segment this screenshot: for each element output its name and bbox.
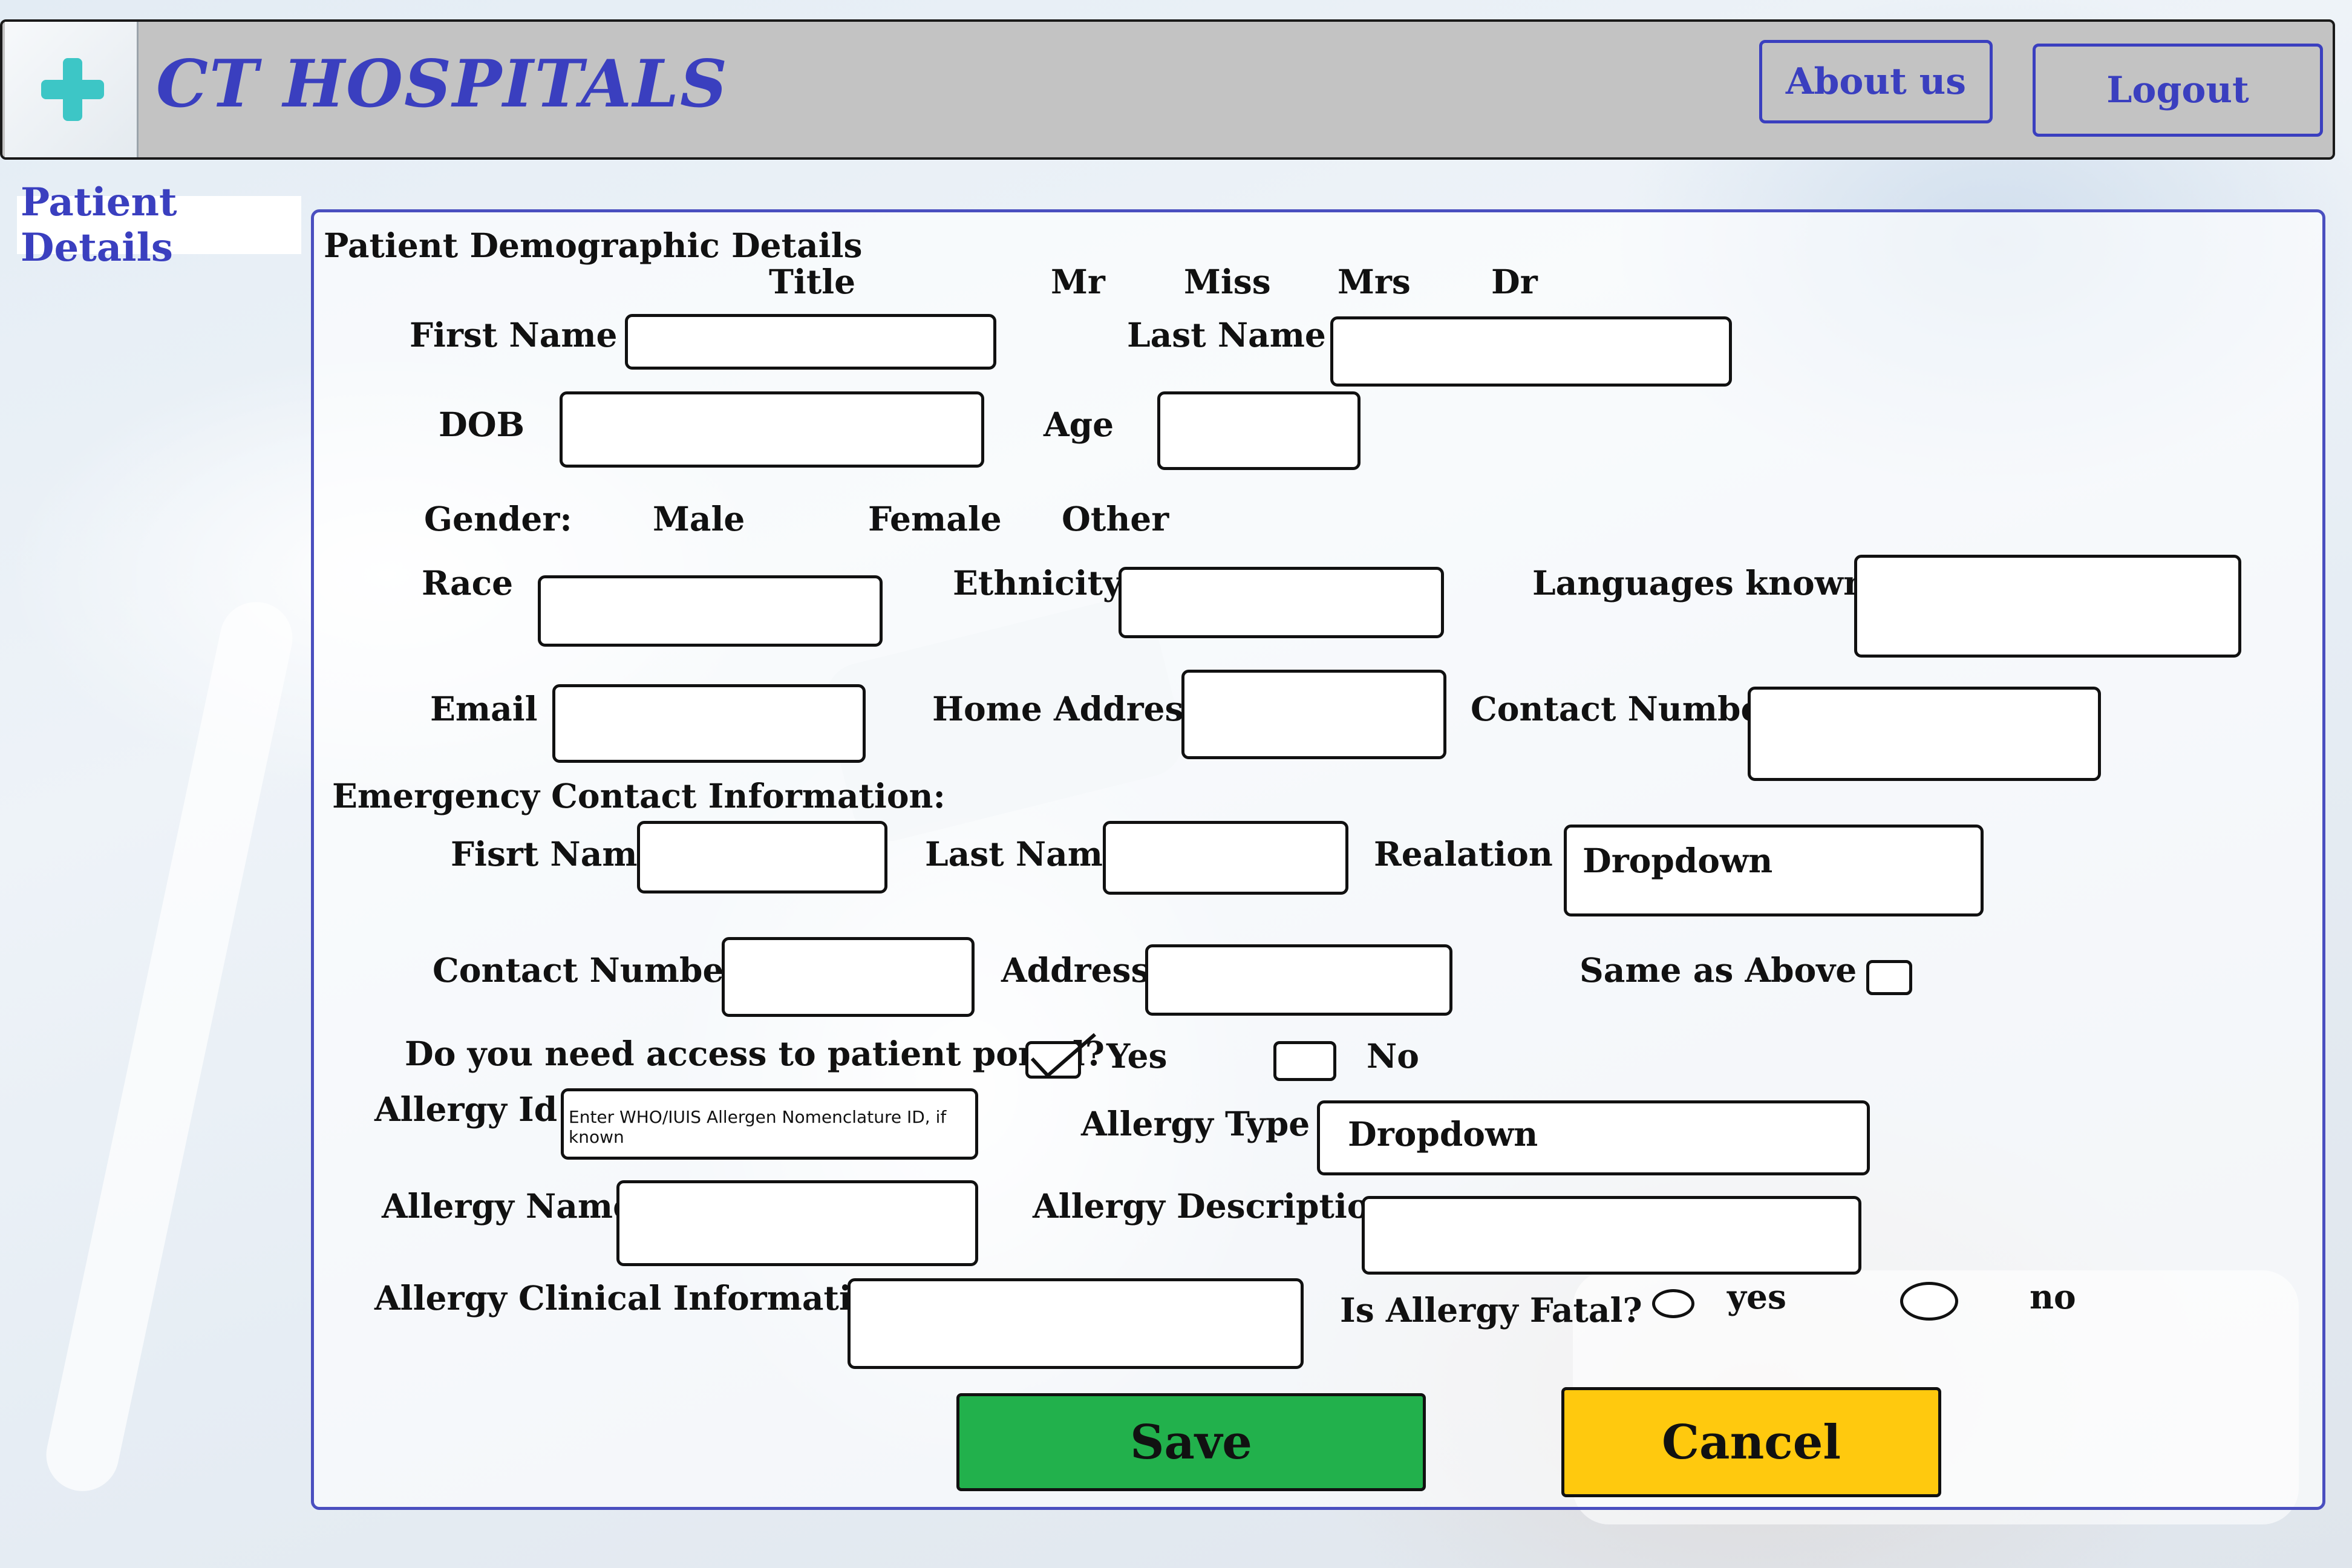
- gender-option-male[interactable]: Male: [653, 499, 745, 538]
- emergency-first-name-label: Fisrt Name: [451, 834, 659, 874]
- brand-title: CT HOSPITALS: [156, 46, 728, 122]
- cancel-button[interactable]: Cancel: [1561, 1387, 1941, 1497]
- hospital-logo: [5, 22, 139, 157]
- same-as-above-label: Same as Above: [1579, 950, 1857, 990]
- gender-option-other[interactable]: Other: [1062, 499, 1169, 538]
- first-name-label: First Name: [410, 315, 618, 354]
- title-option-mrs[interactable]: Mrs: [1338, 262, 1411, 301]
- home-address-label: Home Addresss: [932, 689, 1221, 728]
- email-input[interactable]: [552, 684, 866, 763]
- age-input[interactable]: [1157, 391, 1361, 470]
- tab-patient-details[interactable]: Patient Details: [17, 180, 301, 270]
- title-label: Title: [769, 262, 856, 301]
- relation-label: Realation: [1374, 834, 1553, 874]
- allergy-description-label: Allergy Description: [1033, 1186, 1394, 1226]
- allergy-clinical-input[interactable]: [848, 1278, 1304, 1369]
- allergy-id-input[interactable]: Enter WHO/IUIS Allergen Nomenclature ID,…: [561, 1088, 978, 1160]
- first-name-input[interactable]: [625, 314, 996, 370]
- patient-form-panel: Patient Demographic Details Title Mr Mis…: [311, 209, 2325, 1510]
- title-option-mr[interactable]: Mr: [1051, 262, 1105, 301]
- allergy-fatal-no-radio[interactable]: [1900, 1282, 1958, 1321]
- ethnicity-label: Ethnicity: [953, 563, 1122, 603]
- checkmark-icon: [1030, 1033, 1096, 1079]
- logout-button[interactable]: Logout: [2033, 44, 2323, 137]
- allergy-name-label: Allergy Name: [382, 1186, 635, 1226]
- last-name-input[interactable]: [1330, 316, 1732, 387]
- emergency-last-name-input[interactable]: [1103, 821, 1348, 895]
- allergy-fatal-yes-radio[interactable]: [1652, 1289, 1694, 1318]
- race-label: Race: [422, 563, 514, 603]
- portal-yes-checkbox[interactable]: [1025, 1033, 1096, 1079]
- title-option-miss[interactable]: Miss: [1184, 262, 1271, 301]
- portal-no-checkbox[interactable]: [1273, 1041, 1336, 1081]
- gender-label: Gender:: [424, 499, 572, 538]
- allergy-fatal-label: Is Allergy Fatal?: [1340, 1290, 1642, 1330]
- allergy-clinical-label: Allergy Clinical Information: [374, 1278, 898, 1318]
- ethnicity-input[interactable]: [1119, 567, 1444, 638]
- background-lamp-shape: [39, 595, 299, 1498]
- languages-input[interactable]: [1854, 555, 2241, 658]
- save-button[interactable]: Save: [956, 1393, 1426, 1491]
- last-name-label: Last Name: [1127, 315, 1326, 354]
- app-header: CT HOSPITALS About us Logout: [0, 19, 2335, 160]
- emergency-last-name-label: Last Name: [925, 834, 1124, 874]
- age-label: Age: [1044, 405, 1114, 444]
- allergy-name-input[interactable]: [616, 1180, 978, 1266]
- emergency-section-title: Emergency Contact Information:: [332, 776, 946, 815]
- dob-input[interactable]: [560, 391, 984, 468]
- demographics-section-title: Patient Demographic Details: [324, 226, 863, 265]
- about-us-button[interactable]: About us: [1759, 40, 1993, 123]
- emergency-first-name-input[interactable]: [637, 821, 887, 893]
- emergency-address-input[interactable]: [1145, 944, 1452, 1016]
- contact-number-input[interactable]: [1748, 687, 2101, 781]
- emergency-contact-number-input[interactable]: [722, 937, 975, 1017]
- emergency-contact-number-label: Contact Number: [433, 950, 742, 990]
- relation-dropdown[interactable]: Dropdown: [1564, 825, 1984, 916]
- languages-label: Languages known: [1532, 563, 1868, 603]
- title-option-dr[interactable]: Dr: [1491, 262, 1538, 301]
- home-address-input[interactable]: [1181, 670, 1446, 759]
- gender-option-female[interactable]: Female: [868, 499, 1002, 538]
- contact-number-label: Contact Number: [1471, 689, 1780, 728]
- allergy-id-label: Allergy Id: [374, 1089, 558, 1129]
- same-as-above-checkbox[interactable]: [1866, 960, 1912, 995]
- allergy-type-dropdown[interactable]: Dropdown: [1317, 1100, 1870, 1175]
- allergy-fatal-no-label: no: [2030, 1277, 2076, 1316]
- portal-no-label: No: [1367, 1036, 1419, 1076]
- medical-cross-icon: [41, 58, 104, 121]
- allergy-description-input[interactable]: [1362, 1196, 1861, 1275]
- portal-question: Do you need access to patient portal?: [405, 1034, 1105, 1073]
- allergy-fatal-yes-label: yes: [1727, 1277, 1786, 1316]
- dob-label: DOB: [439, 405, 525, 444]
- allergy-type-label: Allergy Type: [1081, 1104, 1310, 1143]
- portal-yes-label: Yes: [1106, 1036, 1168, 1076]
- emergency-address-label: Address: [1001, 950, 1150, 990]
- race-input[interactable]: [538, 575, 883, 647]
- email-label: Email: [430, 689, 538, 728]
